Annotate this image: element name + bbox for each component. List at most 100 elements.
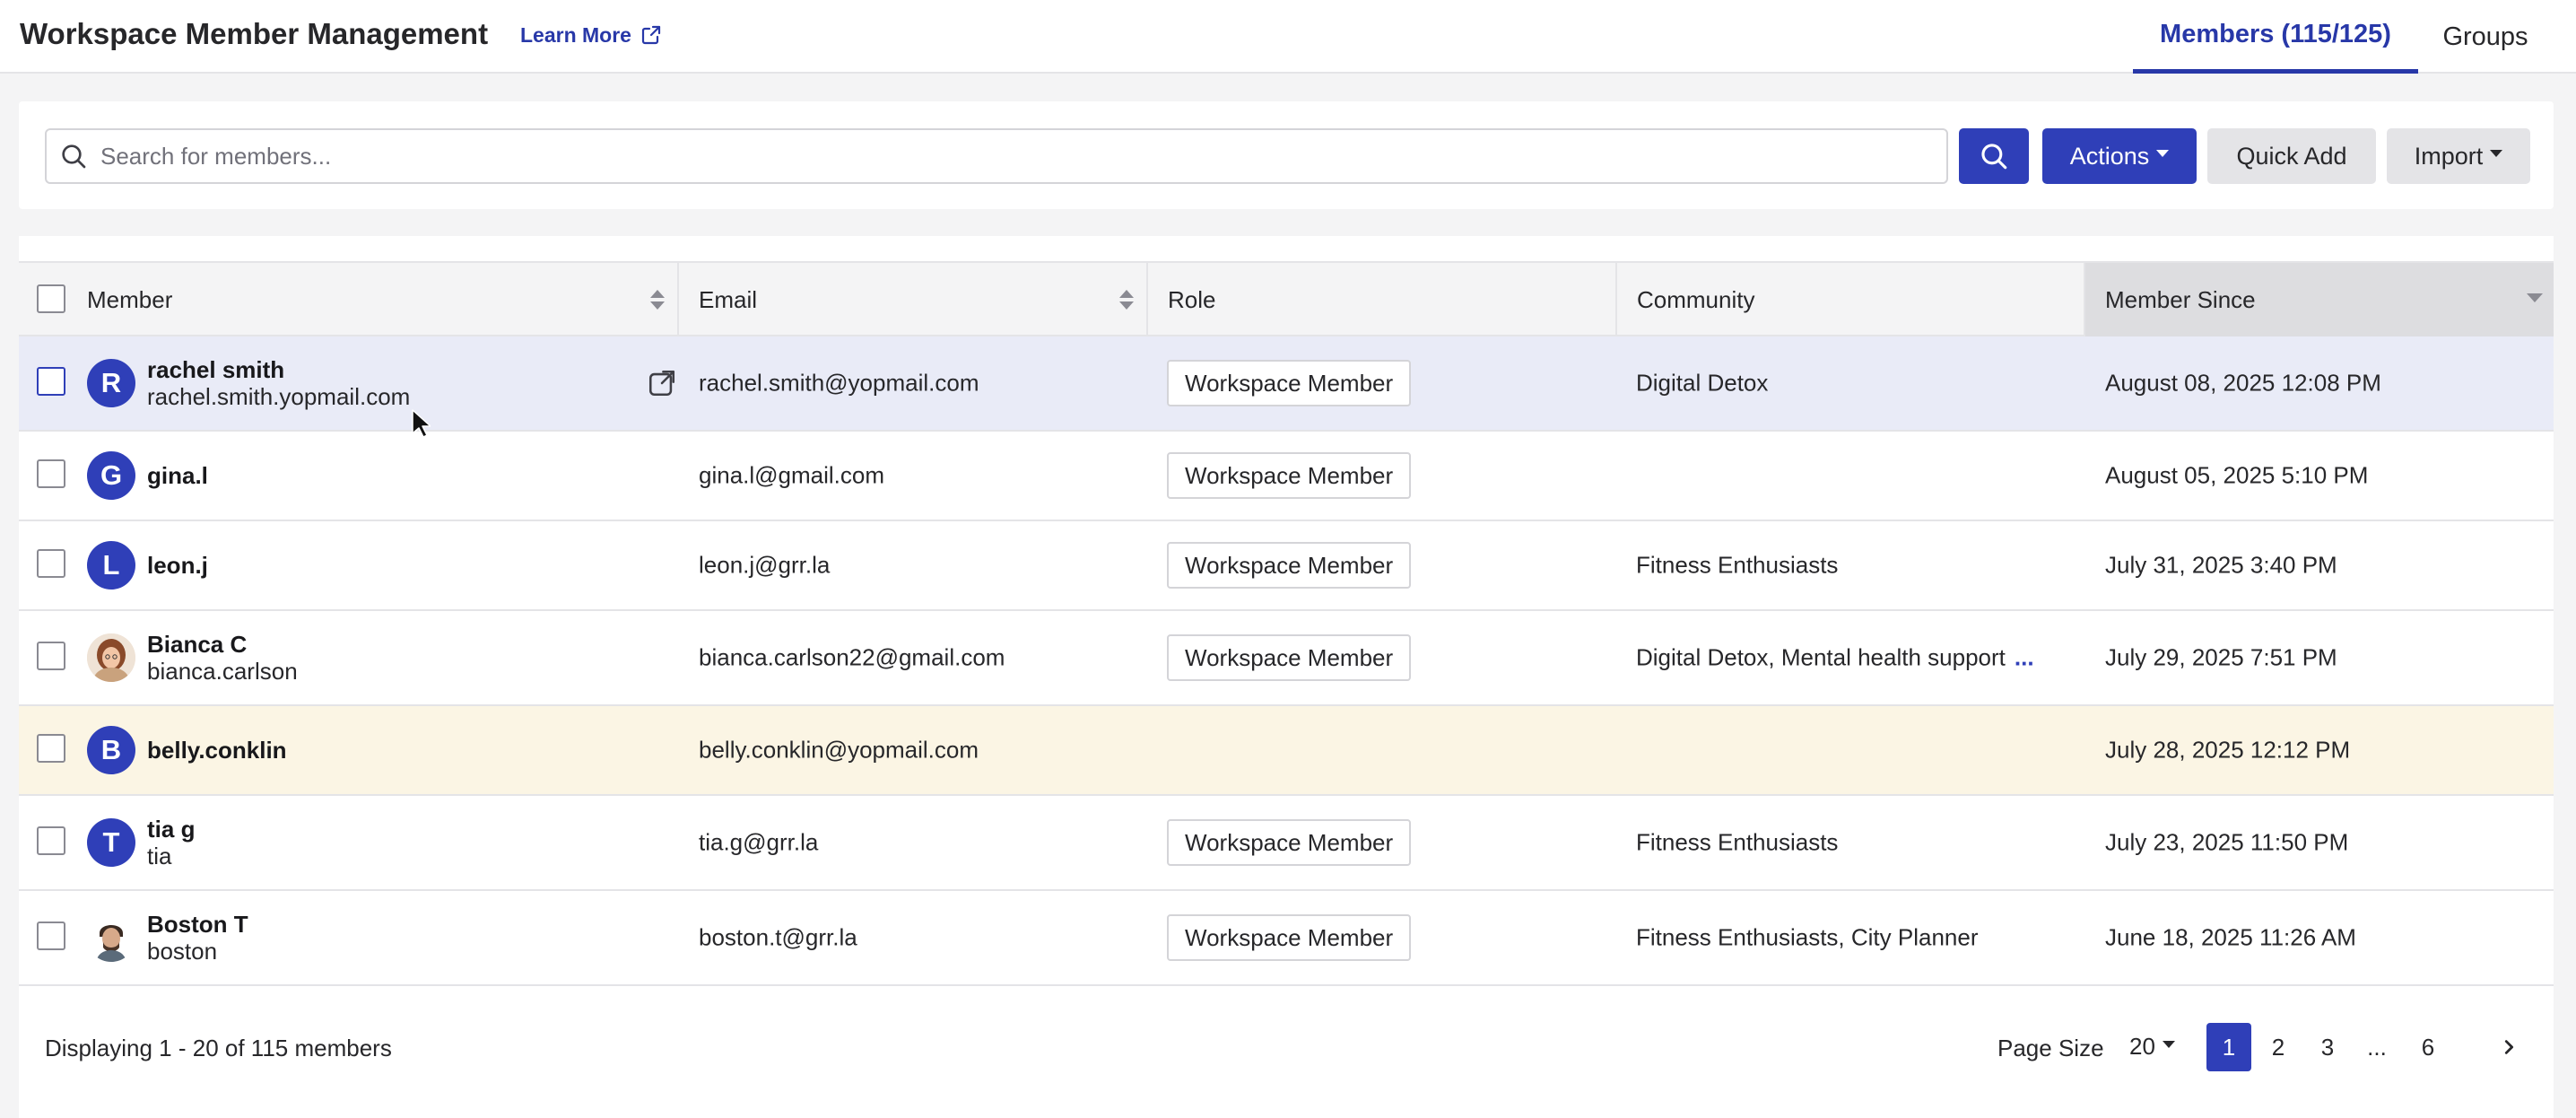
search-icon bbox=[62, 144, 86, 169]
page-size-value: 20 bbox=[2129, 1033, 2155, 1060]
tab-groups[interactable]: Groups bbox=[2427, 0, 2544, 74]
member-since: August 08, 2025 12:08 PM bbox=[2105, 369, 2381, 397]
member-since: July 31, 2025 3:40 PM bbox=[2105, 551, 2337, 579]
search-field bbox=[45, 128, 1948, 184]
member-toolbar: Actions Quick Add Import bbox=[19, 101, 2554, 209]
row-checkbox[interactable] bbox=[37, 921, 65, 950]
members-table: Member Email Role Community Member Since… bbox=[19, 236, 2554, 1118]
page-button-3[interactable]: 3 bbox=[2305, 1023, 2350, 1071]
select-all-checkbox[interactable] bbox=[37, 284, 65, 313]
row-checkbox[interactable] bbox=[37, 642, 65, 670]
member-username: tia bbox=[147, 843, 172, 869]
member-email: gina.l@gmail.com bbox=[699, 461, 885, 489]
member-info: tia g tia bbox=[147, 816, 195, 869]
next-page-button[interactable] bbox=[2486, 1023, 2531, 1071]
quick-add-button[interactable]: Quick Add bbox=[2207, 128, 2376, 184]
column-label: Community bbox=[1637, 285, 1755, 313]
member-community: Fitness Enthusiasts bbox=[1636, 828, 1839, 856]
table-row[interactable]: T tia g tia tia.g@grr.la Workspace Membe… bbox=[19, 796, 2554, 891]
actions-dropdown-button[interactable]: Actions bbox=[2042, 128, 2197, 184]
role-badge: Workspace Member bbox=[1167, 634, 1412, 681]
tab-members[interactable]: Members (115/125) bbox=[2133, 0, 2418, 74]
learn-more-link[interactable]: Learn More bbox=[520, 22, 662, 48]
role-badge: Workspace Member bbox=[1167, 542, 1412, 589]
column-header-email[interactable]: Email bbox=[679, 263, 1148, 336]
results-summary: Displaying 1 - 20 of 115 members bbox=[45, 1035, 392, 1061]
table-row[interactable]: Bianca C bianca.carlson bianca.carlson22… bbox=[19, 611, 2554, 706]
role-badge: Workspace Member bbox=[1167, 452, 1412, 499]
sort-icon bbox=[1119, 290, 1134, 310]
member-info: belly.conklin bbox=[147, 737, 287, 764]
member-name[interactable]: belly.conklin bbox=[147, 737, 287, 764]
avatar: L bbox=[87, 541, 135, 590]
open-profile-icon[interactable] bbox=[647, 368, 677, 398]
member-since: July 29, 2025 7:51 PM bbox=[2105, 643, 2337, 671]
page-size-label: Page Size bbox=[1997, 1035, 2104, 1061]
member-community: Fitness Enthusiasts, City Planner bbox=[1636, 923, 1979, 951]
member-since: July 28, 2025 12:12 PM bbox=[2105, 736, 2351, 764]
member-info: gina.l bbox=[147, 462, 208, 489]
member-name[interactable]: Bianca C bbox=[147, 631, 298, 658]
member-community: Fitness Enthusiasts bbox=[1636, 551, 1839, 579]
table-row[interactable]: B belly.conklin belly.conklin@yopmail.co… bbox=[19, 706, 2554, 796]
member-name[interactable]: tia g bbox=[147, 816, 195, 843]
member-email: tia.g@grr.la bbox=[699, 828, 819, 856]
page-button-2[interactable]: 2 bbox=[2256, 1023, 2301, 1071]
page-button-1[interactable]: 1 bbox=[2206, 1023, 2251, 1071]
page-button-6[interactable]: 6 bbox=[2406, 1023, 2450, 1071]
member-name[interactable]: Boston T bbox=[147, 911, 248, 938]
table-row[interactable]: G gina.l gina.l@gmail.com Workspace Memb… bbox=[19, 432, 2554, 521]
member-community: Digital Detox bbox=[1636, 369, 1769, 397]
member-username: rachel.smith.yopmail.com bbox=[147, 383, 411, 410]
table-row[interactable]: R rachel smith rachel.smith.yopmail.com … bbox=[19, 336, 2554, 432]
avatar: T bbox=[87, 818, 135, 867]
profile-photo-icon bbox=[87, 913, 135, 962]
column-header-role: Role bbox=[1148, 263, 1617, 336]
member-email: boston.t@grr.la bbox=[699, 923, 857, 951]
member-username: bianca.carlson bbox=[147, 658, 298, 685]
more-communities-link[interactable]: ... bbox=[2015, 644, 2034, 671]
member-email: rachel.smith@yopmail.com bbox=[699, 369, 979, 397]
caret-down-icon bbox=[2156, 150, 2170, 157]
member-info: Bianca C bianca.carlson bbox=[147, 631, 298, 685]
search-button[interactable] bbox=[1959, 128, 2029, 184]
member-community: Digital Detox, Mental health support... bbox=[1636, 644, 2034, 672]
role-badge: Workspace Member bbox=[1167, 360, 1412, 406]
caret-down-icon bbox=[2490, 150, 2503, 157]
member-username: boston bbox=[147, 938, 218, 965]
row-checkbox[interactable] bbox=[37, 549, 65, 578]
row-checkbox[interactable] bbox=[37, 367, 65, 396]
row-checkbox[interactable] bbox=[37, 459, 65, 488]
column-header-member[interactable]: Member bbox=[19, 263, 679, 336]
mouse-cursor-icon bbox=[412, 409, 431, 438]
member-email: leon.j@grr.la bbox=[699, 551, 831, 579]
import-label: Import bbox=[2414, 142, 2484, 170]
import-dropdown-button[interactable]: Import bbox=[2387, 128, 2530, 184]
sort-icon bbox=[650, 290, 665, 310]
column-label: Member bbox=[87, 285, 173, 313]
table-row[interactable]: Boston T boston boston.t@grr.la Workspac… bbox=[19, 891, 2554, 986]
row-checkbox[interactable] bbox=[37, 734, 65, 763]
app-header: Workspace Member Management Learn More M… bbox=[0, 0, 2576, 74]
member-name[interactable]: gina.l bbox=[147, 462, 208, 489]
member-email: belly.conklin@yopmail.com bbox=[699, 736, 979, 764]
member-info: rachel smith rachel.smith.yopmail.com bbox=[147, 356, 410, 410]
member-since: June 18, 2025 11:26 AM bbox=[2105, 923, 2356, 951]
caret-down-icon bbox=[2162, 1040, 2175, 1048]
sort-descending-icon bbox=[2527, 293, 2543, 302]
member-name[interactable]: rachel smith bbox=[147, 356, 410, 383]
page-size-select[interactable]: 20 bbox=[2129, 1033, 2175, 1061]
profile-photo-icon bbox=[87, 633, 135, 682]
member-info: Boston T boston bbox=[147, 911, 248, 965]
role-badge: Workspace Member bbox=[1167, 914, 1412, 961]
table-row[interactable]: L leon.j leon.j@grr.la Workspace Member … bbox=[19, 521, 2554, 611]
member-name[interactable]: leon.j bbox=[147, 552, 208, 579]
external-link-icon bbox=[641, 25, 661, 45]
search-input[interactable] bbox=[100, 142, 1946, 170]
avatar-photo bbox=[87, 913, 135, 962]
row-checkbox[interactable] bbox=[37, 826, 65, 855]
avatar: B bbox=[87, 726, 135, 774]
avatar-photo bbox=[87, 633, 135, 682]
member-email: bianca.carlson22@gmail.com bbox=[699, 643, 1005, 671]
column-header-member-since[interactable]: Member Since bbox=[2085, 263, 2554, 336]
